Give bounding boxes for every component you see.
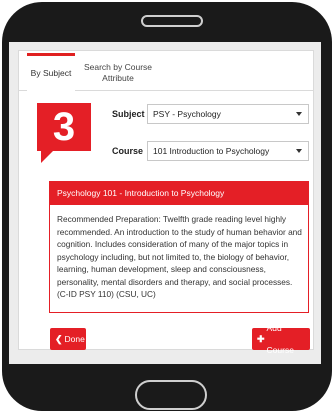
course-select-value: 101 Introduction to Psychology xyxy=(153,146,270,156)
subject-label: Subject xyxy=(112,109,145,119)
tab-search-by-course-attribute-label: Search by Course Attribute xyxy=(83,62,153,83)
phone-frame: By Subject Search by Course Attribute 3 … xyxy=(0,0,336,413)
subject-select[interactable]: PSY - Psychology xyxy=(147,104,309,124)
course-detail-panel: Psychology 101 - Introduction to Psychol… xyxy=(49,181,309,313)
phone-home-button[interactable] xyxy=(135,380,207,410)
course-label: Course xyxy=(112,146,144,156)
subject-select-value: PSY - Psychology xyxy=(153,109,221,119)
course-search-card: By Subject Search by Course Attribute 3 … xyxy=(18,50,314,355)
tab-search-by-course-attribute[interactable]: Search by Course Attribute xyxy=(82,53,154,91)
phone-screen: By Subject Search by Course Attribute 3 … xyxy=(9,42,321,364)
caret-down-icon xyxy=(296,149,302,153)
step-badge-tail xyxy=(41,151,53,163)
chevron-left-icon: ❮ xyxy=(55,334,63,344)
phone-speaker xyxy=(141,15,203,27)
step-number-badge: 3 xyxy=(37,103,91,151)
plus-icon: ✚ xyxy=(257,334,265,344)
tab-by-subject[interactable]: By Subject xyxy=(27,53,75,91)
course-title: Psychology 101 - Introduction to Psychol… xyxy=(50,182,308,205)
add-course-button[interactable]: ✚ Add Course xyxy=(252,323,310,355)
course-description: Recommended Preparation: Twelfth grade r… xyxy=(57,214,302,299)
add-course-button-label: Add Course xyxy=(266,323,294,355)
caret-down-icon xyxy=(296,112,302,116)
step-number: 3 xyxy=(52,105,76,149)
search-tabs: By Subject Search by Course Attribute xyxy=(19,51,313,91)
course-select[interactable]: 101 Introduction to Psychology xyxy=(147,141,309,161)
done-button-label: Done xyxy=(64,334,85,344)
done-button[interactable]: ❮ Done xyxy=(50,328,86,350)
tab-by-subject-label: By Subject xyxy=(30,68,72,78)
